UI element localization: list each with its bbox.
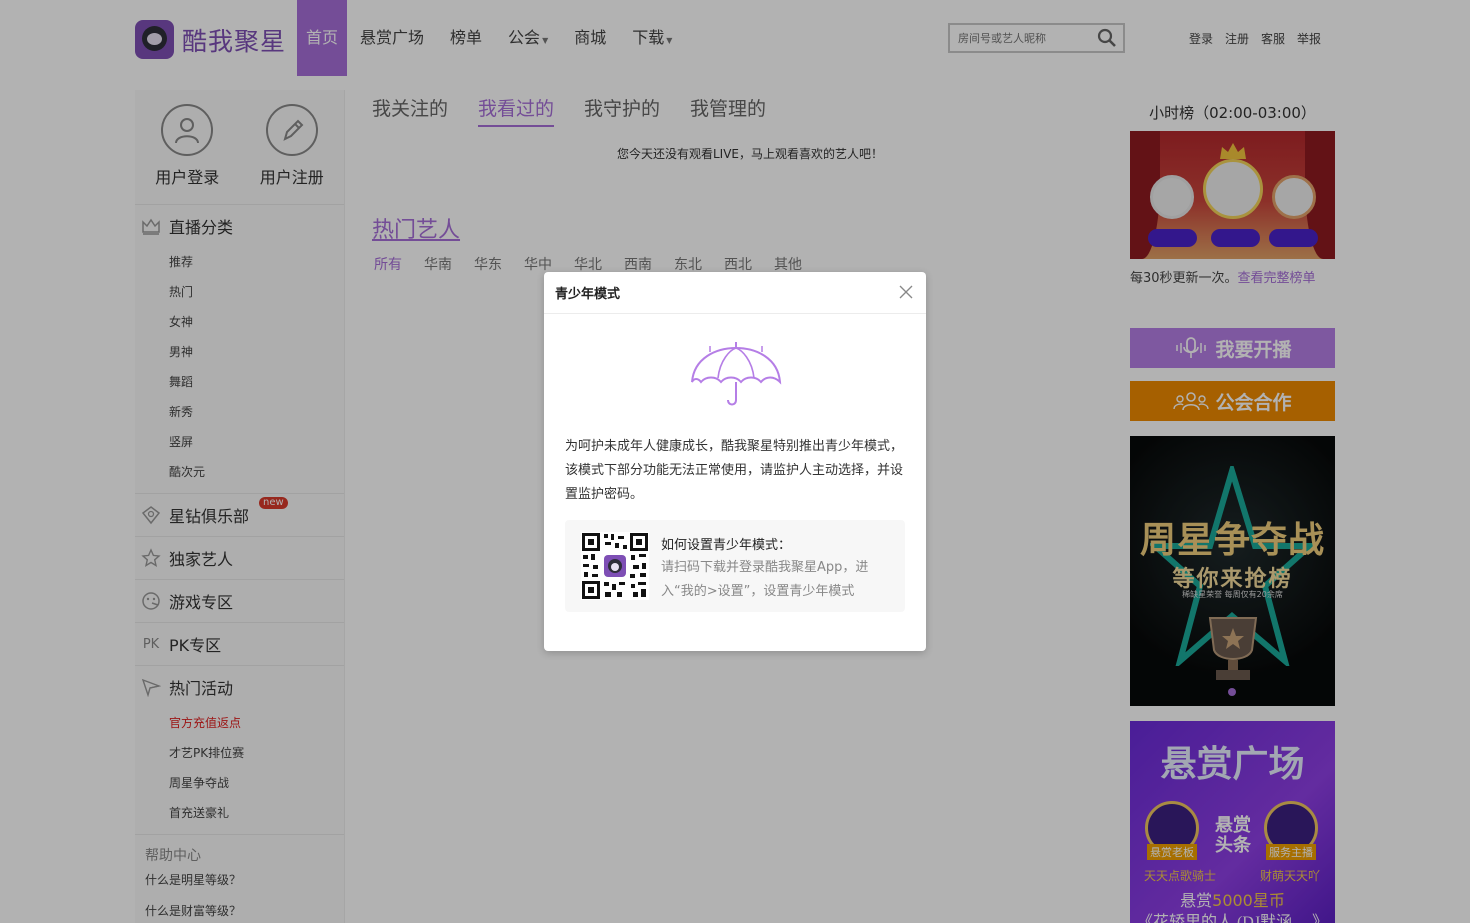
dialog-body-text: 为呵护未成年人健康成长，酷我聚星特别推出青少年模式，该模式下部分功能无法正常使用… [565, 439, 904, 502]
dialog-title: 青少年模式 [555, 287, 621, 302]
umbrella-icon [691, 342, 782, 406]
qr-guide-title: 如何设置青少年模式： [661, 538, 792, 553]
qr-guide-box: 如何设置青少年模式： 请扫码下载并登录酷我聚星App，进入“我的>设置”，设置青… [565, 520, 905, 612]
close-icon[interactable] [898, 284, 914, 300]
qr-guide-desc: 请扫码下载并登录酷我聚星App，进入“我的>设置”，设置青少年模式 [661, 560, 869, 599]
youth-mode-dialog: 青少年模式 为呵护未成年人健康成长，酷我聚星特别推出青少年模式，该模式下部分功能… [544, 272, 926, 651]
qr-code [581, 532, 649, 600]
dialog-header: 青少年模式 [544, 272, 926, 314]
